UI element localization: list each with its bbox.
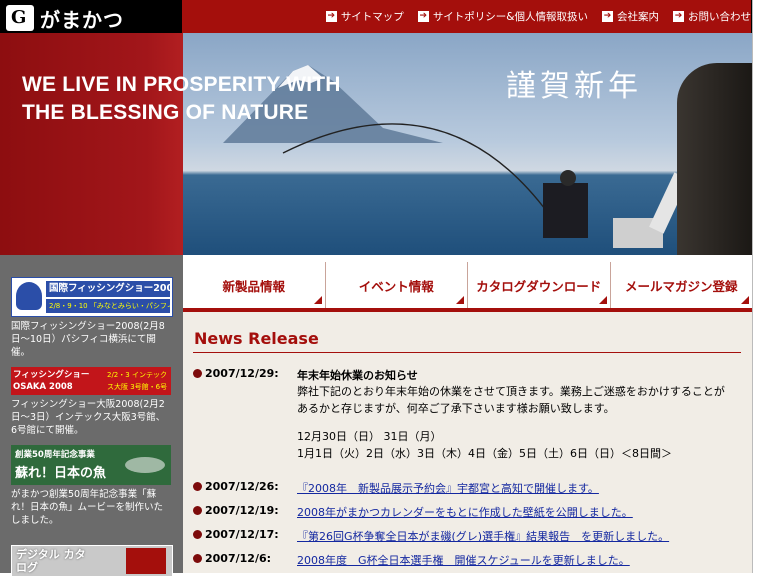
tab-catalog-download[interactable]: カタログダウンロード xyxy=(467,262,610,308)
hero-tagline: WE LIVE IN PROSPERITY WITH THE BLESSING … xyxy=(22,71,341,127)
news-item: 2007/12/17: 『第26回G杯争奪全日本がま磯(グレ)選手権』結果報告 … xyxy=(193,528,669,544)
news-item: 2007/12/29: 年末年始休業のお知らせ 弊社下記のとおり年末年始の休業を… xyxy=(193,367,745,462)
hero-scene xyxy=(223,65,689,248)
arrow-icon: ➔ xyxy=(417,11,429,22)
banner-caption: がまかつ創業50周年記念事業「蘇れ！日本の魚」ムービーを制作いたしました。 xyxy=(11,489,164,526)
arrow-icon: ➔ xyxy=(602,11,613,22)
news-date: 2007/12/6: xyxy=(205,552,272,565)
tab-mail-magazine[interactable]: メールマガジン登録 xyxy=(609,262,752,308)
hero-red-panel xyxy=(0,33,183,255)
banner-caption: フィッシングショー大阪2008(2月2日〜3日）インテックス大阪3号館、6号館に… xyxy=(11,399,166,436)
news-desc: 1月1日（火）2日（水）3日（木）4日（金）5日（土）6日（日）＜8日間＞ xyxy=(297,447,672,460)
corner-icon xyxy=(598,296,607,304)
news-date: 2007/12/17: xyxy=(205,528,279,541)
bullet-icon xyxy=(193,506,202,515)
news-item: 2007/12/26: 『2008年 新製品展示予約会』宇都宮と高知で開催します… xyxy=(193,480,599,496)
digital-catalog-banner[interactable]: デジタル カタログ xyxy=(11,545,173,577)
tagline-line-2: THE BLESSING OF NATURE xyxy=(22,101,309,124)
banner-subtitle: 2/8・9・10 「みなとみらい・パシフィコ横浜」 xyxy=(46,299,170,313)
hero-photo xyxy=(183,33,752,255)
banner-title: 国際フィッシングショー2008 xyxy=(46,281,170,297)
banner-title: 創業50周年記念事業 xyxy=(15,450,95,460)
company-link[interactable]: ➔ 会社案内 xyxy=(602,9,659,24)
tab-label: 新製品情報 xyxy=(222,278,285,294)
banner-caption: 国際フィッシングショー2008(2月8日〜10日）パシフィコ横浜にて開催。 xyxy=(11,321,165,358)
news-date: 2007/12/26: xyxy=(205,480,279,493)
site-policy-link[interactable]: ➔ サイトポリシー&個人情報取扱い xyxy=(417,9,588,24)
news-date: 2007/12/29: xyxy=(205,367,279,380)
arrow-icon: ➔ xyxy=(325,11,337,22)
news-link[interactable]: 『第26回G杯争奪全日本がま磯(グレ)選手権』結果報告 を更新しました。 xyxy=(297,528,669,544)
banner-title: デジタル カタログ xyxy=(16,548,86,574)
fish-logo-icon xyxy=(16,282,42,310)
fishing-show-banner[interactable]: 国際フィッシングショー2008 2/8・9・10 「みなとみらい・パシフィコ横浜… xyxy=(11,277,173,359)
news-link[interactable]: 2008年度 G杯全日本選手権 開催スケジュールを更新しました。 xyxy=(297,552,630,568)
tab-new-products[interactable]: 新製品情報 xyxy=(183,262,325,308)
corner-icon xyxy=(313,296,322,304)
sidebar: 国際フィッシングショー2008 2/8・9・10 「みなとみらい・パシフィコ横浜… xyxy=(0,255,183,577)
top-bar: G がまかつ ➔ サイトマップ ➔ サイトポリシー&個人情報取扱い ➔ 会社案内 ➔ お… xyxy=(0,0,757,33)
news-desc: 12月30日（日） 31日（月） xyxy=(297,430,442,443)
arrow-icon: ➔ xyxy=(673,11,684,22)
logo-text: がまかつ xyxy=(40,7,124,32)
news-title: 年末年始休業のお知らせ xyxy=(297,369,418,382)
catalog-thumbnail-icon xyxy=(126,548,166,574)
osaka-show-banner[interactable]: フィッシングショー OSAKA 2008 2/2・3 インテックス大阪 3号館・… xyxy=(11,367,171,437)
tab-label: イベント情報 xyxy=(358,278,434,294)
top-nav: ➔ サイトマップ ➔ サイトポリシー&個人情報取扱い ➔ 会社案内 ➔ お問い合わせ xyxy=(182,0,751,33)
news-link[interactable]: 2008年がまかつカレンダーをもとに作成した壁紙を公開しました。 xyxy=(297,504,633,520)
link-label: 会社案内 xyxy=(617,11,659,23)
fish-icon xyxy=(125,457,165,473)
news-date: 2007/12/19: xyxy=(205,504,279,517)
anniversary-banner[interactable]: 創業50周年記念事業 蘇れ！日本の魚 がまかつ創業50周年記念事業「蘇れ！日本の… xyxy=(11,445,171,527)
bullet-icon xyxy=(193,554,202,563)
sitemap-link[interactable]: ➔ サイトマップ xyxy=(325,9,404,24)
fishing-show-image: 国際フィッシングショー2008 2/8・9・10 「みなとみらい・パシフィコ横浜… xyxy=(11,277,173,317)
banner-subtitle: 蘇れ！日本の魚 xyxy=(15,466,107,481)
news-item: 2007/12/6: 2008年度 G杯全日本選手権 開催スケジュールを更新しま… xyxy=(193,552,630,568)
news-divider xyxy=(193,352,741,353)
news-body: 年末年始休業のお知らせ 弊社下記のとおり年末年始の休業をさせて頂きます。業務上ご… xyxy=(297,367,745,462)
news-item: 2007/12/19: 2008年がまかつカレンダーをもとに作成した壁紙を公開し… xyxy=(193,504,633,520)
tab-label: メールマガジン登録 xyxy=(624,278,738,294)
news-section: News Release 2007/12/29: 年末年始休業のお知らせ 弊社下… xyxy=(183,312,752,573)
logo[interactable]: G がまかつ xyxy=(6,5,124,32)
hero-banner: WE LIVE IN PROSPERITY WITH THE BLESSING … xyxy=(0,33,752,255)
link-label: サイトマップ xyxy=(340,11,404,23)
contact-link[interactable]: ➔ お問い合わせ xyxy=(673,9,751,24)
new-year-greeting: 謹賀新年 xyxy=(506,69,642,104)
logo-mark: G xyxy=(6,5,34,31)
main-tabs: 新製品情報 イベント情報 カタログダウンロード メールマガジン登録 xyxy=(183,262,752,308)
news-link[interactable]: 『2008年 新製品展示予約会』宇都宮と高知で開催します。 xyxy=(297,480,599,496)
corner-icon xyxy=(741,296,749,304)
news-desc: あるかと存じますが、何卒ご了承下さいます様お願い致します。 xyxy=(297,402,615,415)
banner-subtitle: 2/2・3 インテックス大阪 3号館・6号館 xyxy=(107,371,168,391)
bullet-icon xyxy=(193,530,202,539)
tab-label: カタログダウンロード xyxy=(476,278,602,294)
link-label: お問い合わせ xyxy=(688,11,751,23)
tab-events[interactable]: イベント情報 xyxy=(324,262,467,308)
anniversary-image: 創業50周年記念事業 蘇れ！日本の魚 xyxy=(11,445,171,485)
link-label: サイトポリシー&個人情報取扱い xyxy=(432,11,588,23)
news-heading: News Release xyxy=(194,329,319,348)
rock-image xyxy=(677,63,752,255)
scrollbar-edge xyxy=(752,0,757,573)
bullet-icon xyxy=(193,482,202,491)
banner-title: フィッシングショー OSAKA 2008 xyxy=(13,370,90,392)
osaka-show-image: フィッシングショー OSAKA 2008 2/2・3 インテックス大阪 3号館・… xyxy=(11,367,171,395)
corner-icon xyxy=(456,296,464,304)
logo-mark-letter: G xyxy=(11,7,27,28)
tagline-line-1: WE LIVE IN PROSPERITY WITH xyxy=(22,73,341,96)
digital-catalog-image: デジタル カタログ xyxy=(11,545,173,577)
news-desc: 弊社下記のとおり年末年始の休業をさせて頂きます。業務上ご迷惑をおかけすることが xyxy=(297,385,725,398)
bullet-icon xyxy=(193,369,202,378)
